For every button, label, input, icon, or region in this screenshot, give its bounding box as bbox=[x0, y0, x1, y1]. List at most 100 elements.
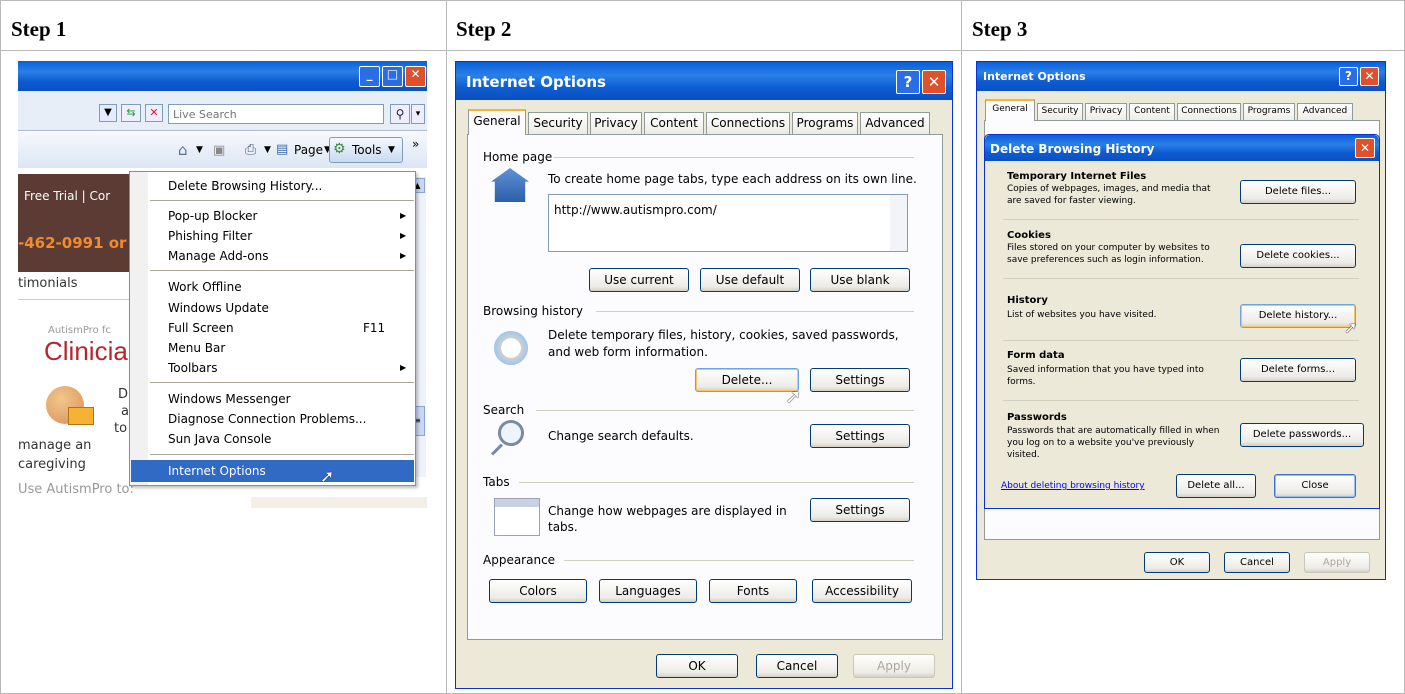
home-url-scrollbar[interactable] bbox=[890, 195, 907, 251]
appearance-label: Appearance bbox=[483, 553, 556, 567]
inner-close-dialog-button[interactable]: Close bbox=[1274, 474, 1356, 498]
home-dropdown-icon[interactable]: ▼ bbox=[196, 145, 203, 155]
delete-files-button[interactable]: Delete files... bbox=[1240, 180, 1356, 204]
tools-menu-gutter bbox=[130, 172, 148, 485]
tab-privacy[interactable]: Privacy bbox=[1085, 103, 1127, 121]
close-button[interactable]: ✕ bbox=[922, 70, 946, 94]
tabs-window-icon bbox=[494, 498, 540, 536]
tab-content[interactable]: Content bbox=[644, 112, 704, 134]
help-button[interactable]: ? bbox=[896, 70, 920, 94]
apply-button[interactable]: Apply bbox=[1304, 552, 1370, 573]
close-button[interactable]: ✕ bbox=[1360, 67, 1379, 86]
tab-privacy[interactable]: Privacy bbox=[590, 112, 642, 134]
section-form-data-line-2: forms. bbox=[1007, 377, 1036, 387]
menu-item-phishing-filter[interactable]: Phishing Filter bbox=[168, 229, 252, 243]
feeds-icon[interactable]: ▣ bbox=[213, 143, 225, 158]
search-icon[interactable]: ⚲ bbox=[390, 104, 410, 124]
menu-item-sun-java-console[interactable]: Sun Java Console bbox=[168, 432, 271, 446]
history-settings-button[interactable]: Settings bbox=[810, 368, 910, 392]
ok-button[interactable]: OK bbox=[656, 654, 738, 678]
minimize-button[interactable]: _ bbox=[359, 66, 380, 87]
home-url-value: http://www.autismpro.com/ bbox=[554, 203, 717, 217]
search-rule bbox=[536, 410, 914, 411]
cancel-button[interactable]: Cancel bbox=[756, 654, 838, 678]
section-cookies-line-1: Files stored on your computer by website… bbox=[1007, 243, 1210, 253]
use-default-button[interactable]: Use default bbox=[700, 268, 800, 292]
print-icon[interactable]: ⎙ bbox=[245, 142, 256, 158]
menu-item-menu-bar[interactable]: Menu Bar bbox=[168, 341, 225, 355]
delete-passwords-button[interactable]: Delete passwords... bbox=[1240, 423, 1364, 447]
close-button[interactable]: ✕ bbox=[405, 66, 426, 87]
section-rule bbox=[1003, 278, 1359, 279]
step1-heading: Step 1 bbox=[11, 17, 67, 41]
search-settings-button[interactable]: Settings bbox=[810, 424, 910, 448]
menu-separator bbox=[150, 270, 414, 271]
menu-item-diagnose-connection[interactable]: Diagnose Connection Problems... bbox=[168, 412, 366, 426]
tabs-settings-button[interactable]: Settings bbox=[810, 498, 910, 522]
tab-advanced[interactable]: Advanced bbox=[1297, 103, 1353, 121]
use-blank-button[interactable]: Use blank bbox=[810, 268, 910, 292]
about-deleting-browsing-history-link[interactable]: About deleting browsing history bbox=[1001, 481, 1145, 491]
accessibility-button[interactable]: Accessibility bbox=[812, 579, 912, 603]
menu-item-windows-messenger[interactable]: Windows Messenger bbox=[168, 392, 291, 406]
cancel-button[interactable]: Cancel bbox=[1224, 552, 1290, 573]
menu-separator bbox=[150, 382, 414, 383]
delete-all-button[interactable]: Delete all... bbox=[1176, 474, 1256, 498]
folder-icon bbox=[68, 407, 94, 425]
stop-icon[interactable]: ✕ bbox=[145, 104, 163, 122]
tab-advanced[interactable]: Advanced bbox=[860, 112, 930, 134]
tab-general[interactable]: General bbox=[468, 109, 526, 135]
tab-connections[interactable]: Connections bbox=[706, 112, 790, 134]
menu-item-internet-options[interactable]: Internet Options bbox=[168, 464, 266, 478]
testimonials-tab[interactable]: timonials bbox=[18, 276, 78, 291]
ok-button[interactable]: OK bbox=[1144, 552, 1210, 573]
tab-content[interactable]: Content bbox=[1129, 103, 1175, 121]
section-passwords-line-2: you log on to a website you've previousl… bbox=[1007, 438, 1195, 448]
menu-item-toolbars[interactable]: Toolbars bbox=[168, 361, 217, 375]
delete-cookies-button[interactable]: Delete cookies... bbox=[1240, 244, 1356, 268]
tab-security[interactable]: Security bbox=[528, 112, 588, 134]
menu-item-full-screen[interactable]: Full Screen bbox=[168, 321, 234, 335]
use-current-button[interactable]: Use current bbox=[589, 268, 689, 292]
phishing-filter-submenu-arrow-icon: ▶ bbox=[400, 231, 407, 240]
colors-button[interactable]: Colors bbox=[489, 579, 587, 603]
maximize-button[interactable]: □ bbox=[382, 66, 403, 87]
inner-close-button[interactable]: ✕ bbox=[1355, 138, 1375, 158]
tab-connections[interactable]: Connections bbox=[1177, 103, 1241, 121]
apply-button[interactable]: Apply bbox=[853, 654, 935, 678]
tab-security[interactable]: Security bbox=[1037, 103, 1083, 121]
free-trial-link[interactable]: Free Trial | Cor bbox=[24, 189, 110, 203]
home-page-rule bbox=[554, 157, 914, 158]
page-menu-button[interactable]: Page bbox=[294, 143, 323, 157]
address-dropdown-icon[interactable]: ▼ bbox=[99, 104, 117, 122]
tabs-label: Tabs bbox=[483, 475, 510, 489]
search-input[interactable] bbox=[168, 104, 384, 124]
menu-item-windows-update[interactable]: Windows Update bbox=[168, 301, 269, 315]
help-button[interactable]: ? bbox=[1339, 67, 1358, 86]
tab-programs[interactable]: Programs bbox=[1243, 103, 1295, 121]
menu-item-popup-blocker[interactable]: Pop-up Blocker bbox=[168, 209, 257, 223]
home-icon[interactable]: ⌂ bbox=[178, 141, 188, 159]
search-options-icon[interactable]: ▾ bbox=[411, 104, 425, 124]
dialog-title: Internet Options bbox=[466, 73, 606, 91]
page-icon[interactable]: ▤ bbox=[276, 142, 288, 157]
menu-item-manage-add-ons[interactable]: Manage Add-ons bbox=[168, 249, 268, 263]
languages-button[interactable]: Languages bbox=[599, 579, 697, 603]
tab-general[interactable]: General bbox=[985, 99, 1035, 121]
search-magnifier-icon bbox=[498, 420, 524, 446]
section-temporary-files-line-2: are saved for faster viewing. bbox=[1007, 196, 1136, 206]
toolbar-overflow-icon[interactable]: » bbox=[412, 137, 419, 151]
menu-item-work-offline[interactable]: Work Offline bbox=[168, 280, 242, 294]
refresh-icon[interactable]: ⇆ bbox=[121, 104, 141, 122]
header-divider bbox=[0, 50, 1405, 51]
delete-history-button[interactable]: Delete history... bbox=[1240, 304, 1356, 328]
print-dropdown-icon[interactable]: ▼ bbox=[264, 145, 271, 155]
tab-programs[interactable]: Programs bbox=[792, 112, 858, 134]
menu-item-delete-browsing-history[interactable]: Delete Browsing History... bbox=[168, 179, 322, 193]
section-passwords-heading: Passwords bbox=[1007, 412, 1067, 423]
delete-forms-button[interactable]: Delete forms... bbox=[1240, 358, 1356, 382]
page-text-d2: a bbox=[121, 404, 129, 419]
delete-button[interactable]: Delete... bbox=[695, 368, 799, 392]
fonts-button[interactable]: Fonts bbox=[709, 579, 797, 603]
section-temporary-files-line-1: Copies of webpages, images, and media th… bbox=[1007, 184, 1211, 194]
